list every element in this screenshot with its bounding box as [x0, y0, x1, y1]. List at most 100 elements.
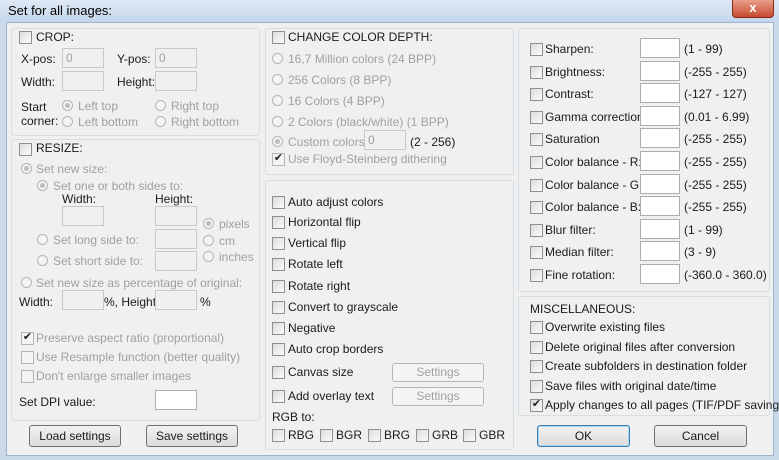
- auto-adjust-checkbox[interactable]: [272, 196, 285, 209]
- adjustment-checkbox[interactable]: [530, 110, 543, 124]
- vflip-label: Vertical flip: [288, 236, 347, 250]
- xpos-input[interactable]: [62, 48, 104, 68]
- adjustment-input[interactable]: [640, 218, 680, 239]
- grayscale-checkbox[interactable]: [272, 301, 285, 314]
- vflip-checkbox[interactable]: [272, 237, 285, 250]
- adjustment-range: (1 - 99): [684, 222, 723, 237]
- resize-width-input[interactable]: [62, 206, 104, 226]
- crop-width-input[interactable]: [62, 71, 104, 91]
- crop-checkbox[interactable]: [19, 31, 32, 44]
- canvas-settings-button[interactable]: Settings: [392, 363, 484, 382]
- left-top-radio[interactable]: [62, 100, 73, 111]
- overlay-text-checkbox[interactable]: [272, 390, 285, 403]
- depth-24bpp-radio[interactable]: [272, 53, 283, 64]
- adjustment-input[interactable]: [640, 38, 680, 58]
- adjustment-input[interactable]: [640, 60, 680, 81]
- adjustment-input[interactable]: [640, 173, 680, 194]
- rgb-gbr-checkbox[interactable]: [463, 429, 476, 442]
- rotate-left-label: Rotate left: [288, 257, 343, 271]
- ok-button[interactable]: OK: [537, 425, 630, 447]
- right-bottom-radio[interactable]: [155, 116, 166, 127]
- adjustment-input[interactable]: [640, 151, 680, 171]
- set-new-size-radio[interactable]: [21, 163, 32, 174]
- adjustment-checkbox[interactable]: [530, 178, 543, 192]
- resize-height-input[interactable]: [155, 206, 197, 226]
- rotate-left-checkbox[interactable]: [272, 258, 285, 271]
- long-side-radio[interactable]: [37, 234, 48, 245]
- custom-colors-input[interactable]: [364, 130, 406, 150]
- inches-radio[interactable]: [203, 251, 214, 262]
- misc-checkbox[interactable]: [530, 379, 543, 393]
- short-side-label: Set short side to:: [53, 254, 144, 268]
- adjustment-checkbox[interactable]: [530, 269, 543, 282]
- adjustment-label: Gamma correction:: [545, 109, 648, 124]
- pixels-radio[interactable]: [203, 218, 214, 229]
- custom-colors-radio[interactable]: [272, 136, 283, 147]
- depth-4bpp-radio[interactable]: [272, 95, 283, 106]
- adjustment-checkbox[interactable]: [530, 88, 543, 102]
- close-button[interactable]: x: [732, 0, 774, 18]
- adjustment-input[interactable]: [640, 264, 680, 284]
- auto-crop-checkbox[interactable]: [272, 343, 285, 356]
- cancel-button[interactable]: Cancel: [654, 425, 747, 447]
- adjustment-checkbox[interactable]: [530, 246, 543, 260]
- short-side-input[interactable]: [155, 251, 197, 271]
- canvas-size-label: Canvas size: [288, 365, 354, 379]
- adjustment-input[interactable]: [640, 196, 680, 217]
- corner-label: corner:: [21, 114, 59, 128]
- percentage-radio[interactable]: [21, 277, 32, 288]
- adjustment-label: Median filter:: [545, 245, 614, 260]
- adjustment-range: (-255 - 255): [684, 177, 747, 192]
- left-bottom-label: Left bottom: [78, 115, 139, 129]
- rotate-right-checkbox[interactable]: [272, 280, 285, 293]
- adjustment-input[interactable]: [640, 83, 680, 104]
- adjustment-checkbox[interactable]: [530, 133, 543, 147]
- rgb-bgr-checkbox[interactable]: [320, 429, 333, 442]
- rgb-grb-checkbox[interactable]: [416, 429, 429, 442]
- misc-checkbox[interactable]: [530, 321, 543, 334]
- adjustment-range: (0.01 - 6.99): [684, 109, 750, 124]
- short-side-radio[interactable]: [37, 255, 48, 266]
- preserve-check-mark: ✔: [22, 331, 33, 343]
- long-side-input[interactable]: [155, 229, 197, 249]
- window-title: Set for all images:: [8, 3, 113, 18]
- adjustment-checkbox[interactable]: [530, 201, 543, 215]
- cm-radio[interactable]: [203, 235, 214, 246]
- auto-adjust-label: Auto adjust colors: [288, 195, 384, 209]
- adjustment-checkbox[interactable]: [530, 156, 543, 169]
- negative-checkbox[interactable]: [272, 322, 285, 335]
- save-settings-button[interactable]: Save settings: [146, 425, 238, 447]
- adjustment-checkbox[interactable]: [530, 223, 543, 237]
- canvas-size-checkbox[interactable]: [272, 366, 285, 379]
- pct-width-input[interactable]: [62, 290, 104, 310]
- adjustment-checkbox[interactable]: [530, 65, 543, 79]
- adjustment-input[interactable]: [640, 241, 680, 262]
- adjustment-input[interactable]: [640, 105, 680, 126]
- crop-height-label: Height:: [117, 75, 156, 89]
- misc-checkbox[interactable]: [530, 340, 543, 354]
- left-bottom-radio[interactable]: [62, 116, 73, 127]
- ypos-input[interactable]: [155, 48, 197, 68]
- depth-1bpp-radio[interactable]: [272, 116, 283, 127]
- overlay-settings-button[interactable]: Settings: [392, 387, 484, 406]
- dont-enlarge-checkbox[interactable]: [21, 370, 34, 383]
- one-or-both-radio[interactable]: [37, 180, 48, 191]
- crop-height-input[interactable]: [155, 71, 197, 91]
- pct-height-input[interactable]: [155, 290, 197, 310]
- load-settings-button[interactable]: Load settings: [29, 425, 121, 447]
- rgb-rbg-checkbox[interactable]: [272, 429, 285, 442]
- resize-checkbox[interactable]: [19, 143, 32, 156]
- adjustment-input[interactable]: [640, 128, 680, 149]
- rgb-brg-checkbox[interactable]: [368, 429, 381, 442]
- depth-8bpp-radio[interactable]: [272, 74, 283, 85]
- dpi-input[interactable]: [155, 390, 197, 410]
- hflip-checkbox[interactable]: [272, 216, 285, 229]
- misc-checkbox[interactable]: [530, 360, 543, 373]
- resample-checkbox[interactable]: [21, 351, 34, 364]
- adjustment-checkbox[interactable]: [530, 43, 543, 56]
- negative-label: Negative: [288, 321, 336, 335]
- depth-4bpp-label: 16 Colors (4 BPP): [288, 94, 385, 108]
- color-depth-checkbox[interactable]: [272, 31, 285, 44]
- right-top-radio[interactable]: [155, 100, 166, 111]
- rgb-bgr-label: BGR: [336, 428, 363, 442]
